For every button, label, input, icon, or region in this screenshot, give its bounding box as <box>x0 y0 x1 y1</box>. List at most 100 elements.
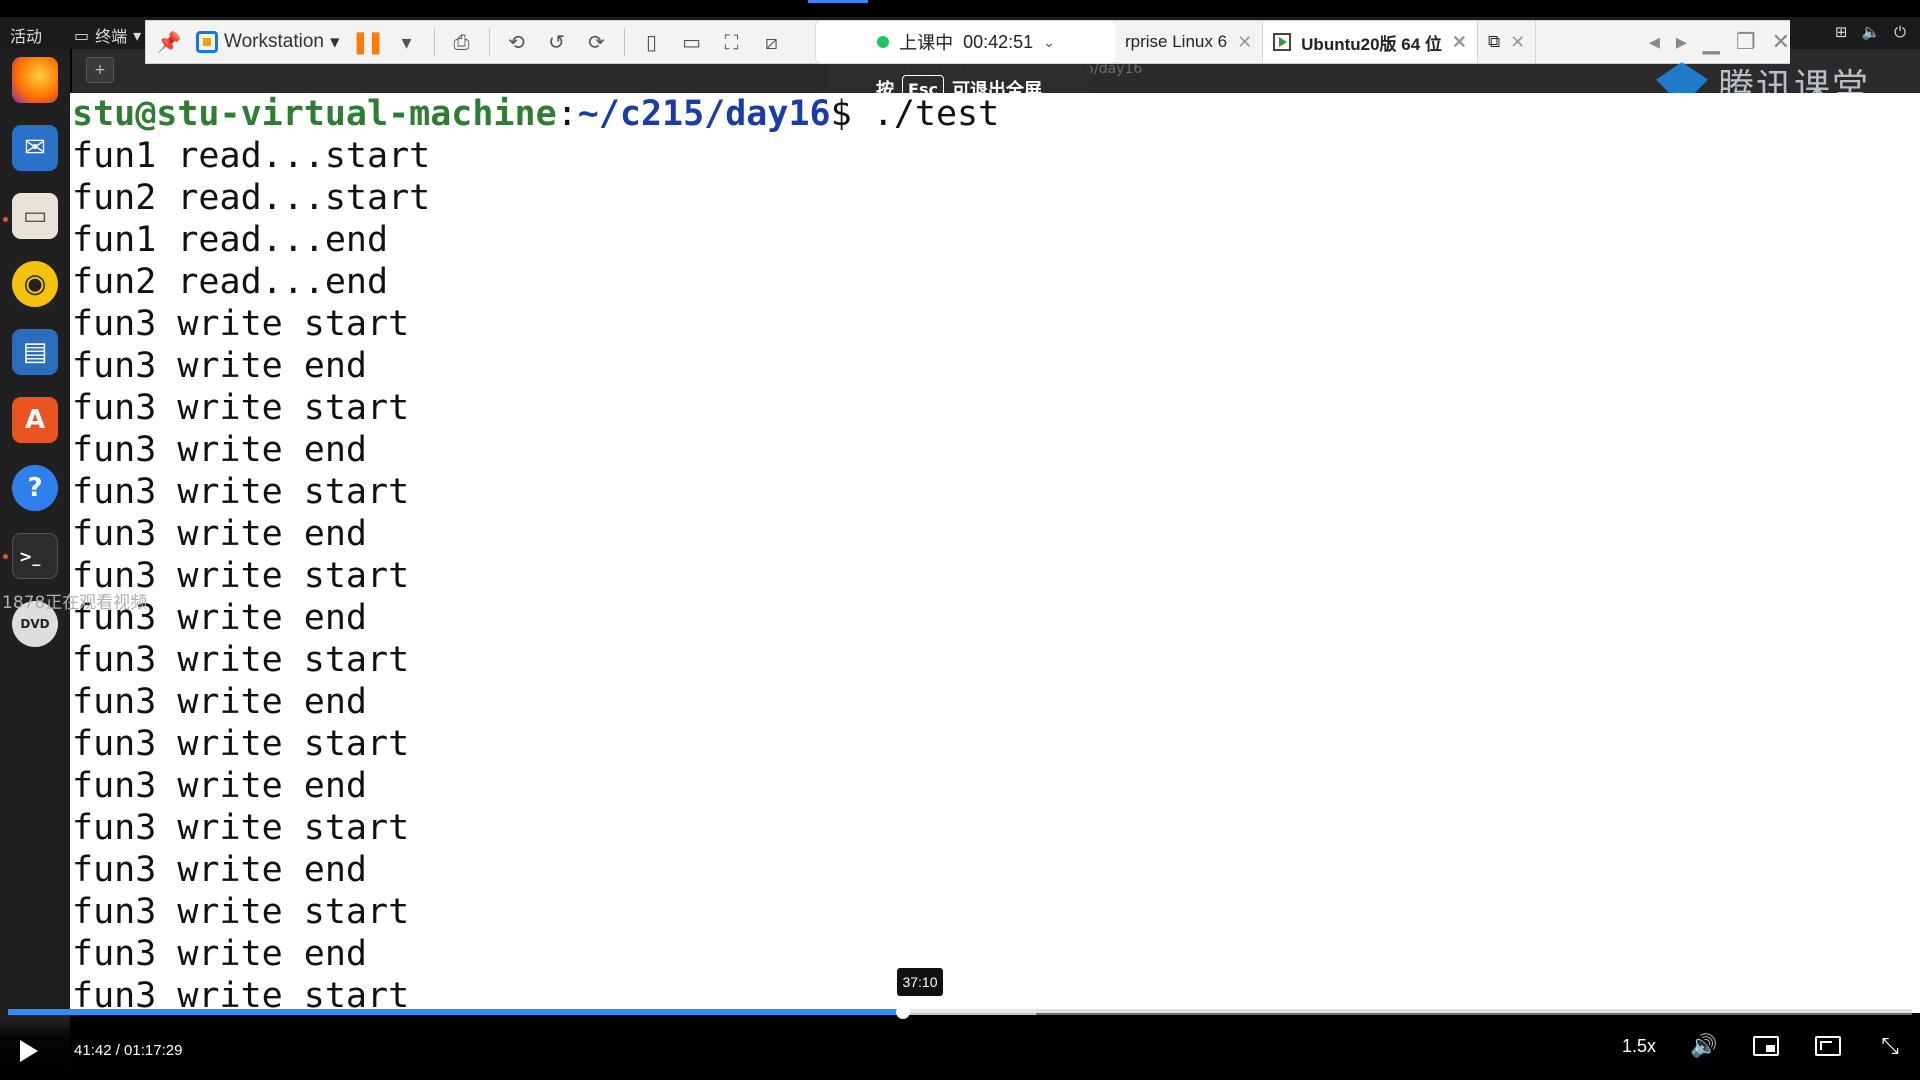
web-fullscreen-icon[interactable] <box>1814 1034 1842 1058</box>
pause-vm-icon[interactable]: ❚❚ <box>351 29 385 55</box>
class-timer[interactable]: 上课中 00:42:51 ⌄ <box>815 20 1117 64</box>
pin-icon[interactable]: 📌 <box>156 29 182 55</box>
volume-icon: 🔈 <box>1861 23 1881 41</box>
chevron-down-icon: ▾ <box>133 25 142 45</box>
speed-button[interactable]: 1.5x <box>1622 1036 1656 1057</box>
prompt-separator: : <box>556 94 578 134</box>
picture-in-picture-icon[interactable] <box>1752 1034 1780 1058</box>
output-line: fun3 write start <box>72 976 410 1013</box>
prompt-line: stu@stu-virtual-machine:~/c215/day16$ ./… <box>72 93 999 135</box>
close-icon[interactable]: ✕ <box>1237 32 1252 53</box>
tab-list[interactable]: ⧉ ✕ <box>1478 21 1537 63</box>
snapshot-manager-icon[interactable]: ⟳ <box>584 29 610 55</box>
libreoffice-writer-icon[interactable]: ▤ <box>12 329 58 375</box>
software-center-icon[interactable]: A <box>12 397 58 443</box>
running-indicator <box>3 217 8 222</box>
firefox-icon[interactable] <box>12 57 58 103</box>
revert-snapshot-icon[interactable]: ↺ <box>544 29 570 55</box>
terminal-menu-label: 终端 <box>95 27 128 46</box>
command-text: ./test <box>851 94 1000 134</box>
scroll-right-icon[interactable]: ▸ <box>1676 30 1687 55</box>
console-view-icon[interactable]: ▭ <box>679 29 705 55</box>
running-indicator <box>3 554 8 559</box>
terminal-output[interactable]: stu@stu-virtual-machine:~/c215/day16$ ./… <box>70 93 1920 1013</box>
prompt-symbol: $ <box>830 94 852 134</box>
chevron-down-icon: ⌄ <box>1043 33 1055 50</box>
progress-bar[interactable] <box>8 1005 1912 1019</box>
close-icon[interactable]: ✕ <box>1510 32 1525 53</box>
player-right-controls: 1.5x 🔊 ⤡ <box>1622 1033 1904 1058</box>
output-line: fun3 write start <box>72 472 410 512</box>
thunderbird-icon[interactable]: ✉ <box>12 125 58 171</box>
terminal-menu-icon: ▭ <box>74 25 90 45</box>
new-tab-button[interactable]: + <box>86 57 114 83</box>
output-line: fun3 write start <box>72 388 410 428</box>
toolbar-divider <box>488 28 490 56</box>
network-icon: ⊞ <box>1834 23 1848 41</box>
prompt-user: stu@stu-virtual-machine <box>72 94 557 134</box>
minimize-icon[interactable]: ▁ <box>1703 30 1720 55</box>
workstation-label: Workstation <box>224 31 324 52</box>
toolbar-divider <box>433 28 435 56</box>
output-line: fun1 read...start <box>72 136 431 176</box>
output-line: fun3 write end <box>72 430 368 470</box>
output-line: fun2 read...start <box>72 178 431 218</box>
hover-time-tooltip: 37:10 <box>897 968 943 996</box>
restore-icon[interactable]: ❐ <box>1736 30 1756 55</box>
output-line: fun2 read...end <box>72 262 389 302</box>
unity-icon[interactable]: ⧄ <box>759 29 785 55</box>
scroll-left-icon[interactable]: ◂ <box>1649 30 1660 55</box>
time-display: 41:42 / 01:17:29 <box>74 1042 183 1059</box>
output-line: fun3 write start <box>72 892 410 932</box>
class-status: 上课中 <box>899 33 954 53</box>
activities-button[interactable]: 活动 <box>10 23 42 47</box>
live-status-icon <box>877 36 890 48</box>
vm-running-icon <box>1273 33 1292 51</box>
help-icon[interactable]: ? <box>12 465 58 511</box>
played-bar <box>8 1009 903 1015</box>
player-controls: 41:42 / 01:17:29 1.5x 🔊 ⤡ <box>0 1020 1920 1080</box>
viewer-count: 1878正在观看视频 <box>2 593 148 613</box>
chevron-down-icon[interactable]: ▾ <box>394 29 420 55</box>
prompt-path: ~/c215/day16 <box>577 94 831 134</box>
workstation-menu[interactable]: Workstation ▾ <box>196 31 340 54</box>
output-line: fun3 write end <box>72 682 368 722</box>
class-time: 00:42:51 <box>963 31 1034 52</box>
output-line: fun3 write start <box>72 640 410 680</box>
ubuntu-dock: ✉ ▭ ◉ ▤ A ? >_ DVD <box>0 49 70 1080</box>
output-line: fun3 write start <box>72 724 410 764</box>
tab-label: Ubuntu20版 64 位 <box>1301 34 1442 54</box>
output-line: fun1 read...end <box>72 220 389 260</box>
tabs-overview-icon: ⧉ <box>1488 32 1501 51</box>
output-line: fun3 write end <box>72 934 368 974</box>
terminal-icon[interactable]: >_ <box>12 533 58 579</box>
output-line: fun3 write start <box>72 808 410 848</box>
files-icon[interactable]: ▭ <box>12 193 58 239</box>
tab-enterprise-linux[interactable]: rprise Linux 6 ✕ <box>1115 21 1264 63</box>
top-indicator <box>808 0 868 3</box>
close-icon[interactable]: ✕ <box>1452 32 1467 53</box>
chevron-down-icon: ▾ <box>329 31 340 53</box>
fullscreen-icon[interactable]: ⛶ <box>719 29 745 55</box>
output-line: fun3 write end <box>72 766 368 806</box>
terminal-app-menu[interactable]: ▭ 终端 ▾ <box>74 23 141 47</box>
snapshot-icon[interactable]: ⟲ <box>504 29 530 55</box>
progress-thumb[interactable] <box>895 1005 910 1019</box>
screen: 活动 ▭ 终端 ▾ ⊞ 🔈 ⏻ + stu@stu-virtual-machin… <box>0 0 1920 1080</box>
play-icon[interactable] <box>20 1040 38 1062</box>
library-view-icon[interactable]: ▯ <box>639 29 665 55</box>
output-line: fun3 write end <box>72 514 368 554</box>
top-strip <box>0 0 1920 17</box>
system-tray[interactable]: ⊞ 🔈 ⏻ <box>1835 23 1906 41</box>
output-line: fun3 write start <box>72 304 410 344</box>
close-icon[interactable]: ✕ <box>1772 30 1790 55</box>
volume-icon[interactable]: 🔊 <box>1690 1033 1718 1058</box>
output-line: fun3 write end <box>72 346 368 386</box>
power-icon: ⏻ <box>1894 23 1906 41</box>
rhythmbox-icon[interactable]: ◉ <box>12 261 58 307</box>
send-keys-icon[interactable]: ⎙ <box>449 29 475 55</box>
exit-fullscreen-icon[interactable]: ⤡ <box>1876 1033 1904 1058</box>
output-line: fun3 write end <box>72 850 368 890</box>
workstation-logo-icon <box>196 31 218 53</box>
tab-ubuntu20[interactable]: Ubuntu20版 64 位 ✕ <box>1263 21 1478 63</box>
